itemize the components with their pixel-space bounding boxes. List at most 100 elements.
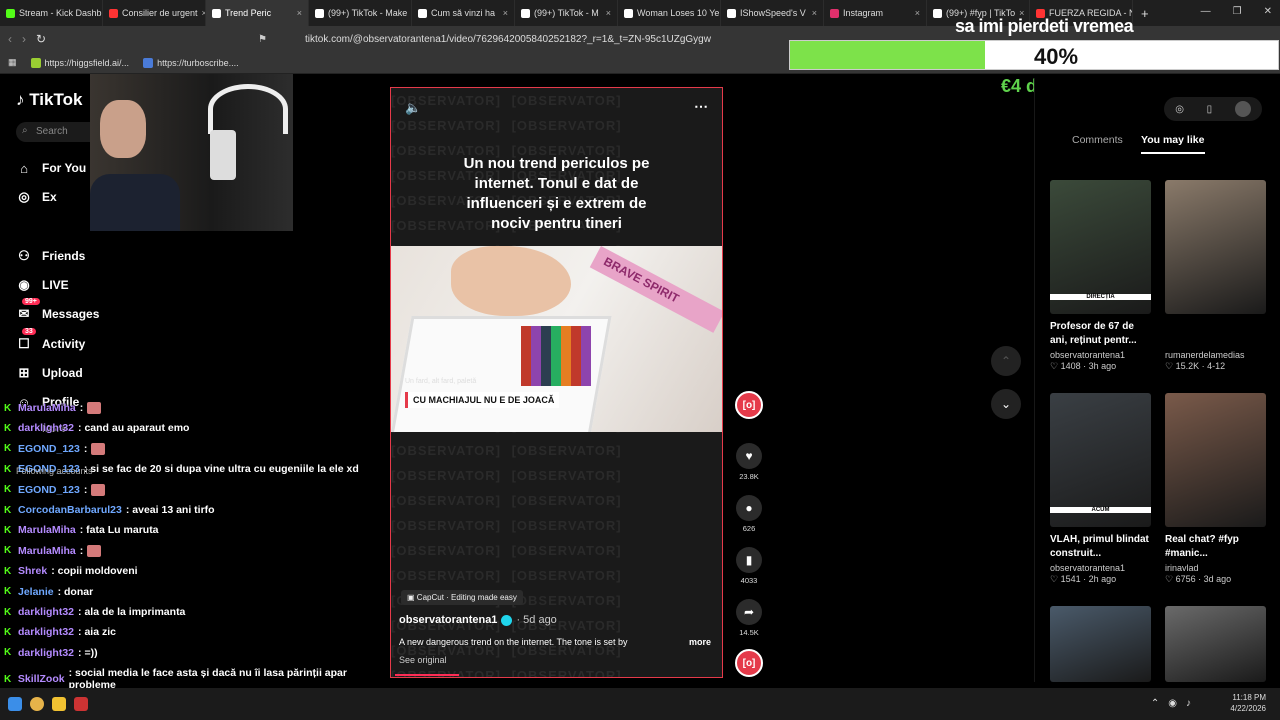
chat-username[interactable]: MarulaMiha [18, 524, 76, 536]
more-button[interactable]: more [689, 637, 711, 647]
video-author[interactable]: observatorantena1 · 5d ago [399, 614, 557, 626]
browser-tab[interactable]: Instagram × [824, 0, 927, 26]
minimize-icon[interactable]: — [1201, 6, 1211, 17]
sidebar-item-upload[interactable]: ⊞ Upload [16, 365, 83, 381]
right-panel: ◎ ▯ Comments You may like DIRECȚIA Profes… [1034, 78, 1280, 682]
forward-icon[interactable]: › [22, 32, 26, 46]
app-icon[interactable] [74, 697, 88, 711]
back-icon[interactable]: ‹ [8, 32, 12, 46]
chat-username[interactable]: darklight32 [18, 647, 74, 659]
recommended-video-card[interactable]: rumanerdelamedias ♡ 15.2K · 4-12 [1165, 180, 1266, 372]
recommended-video-card[interactable]: DIRECȚIA Profesor de 67 de ani, reținut p… [1050, 180, 1151, 372]
recommended-video-card[interactable] [1050, 606, 1151, 682]
video-thumbnail[interactable]: DIRECȚIA [1050, 180, 1151, 314]
browser-tab[interactable]: IShowSpeed's V × [721, 0, 824, 26]
card-title[interactable] [1165, 320, 1266, 348]
close-icon[interactable]: ✕ [1264, 6, 1272, 17]
browser-tab[interactable]: (99+) TikTok - M × [515, 0, 618, 26]
browser-tab[interactable]: Trend Peric × [206, 0, 309, 26]
browser-tab[interactable]: Stream - Kick Dashb× [0, 0, 103, 26]
bookmark-icon[interactable]: ⚑ [258, 34, 267, 45]
chat-username[interactable]: darklight32 [18, 626, 74, 638]
sound-avatar[interactable]: [o] [735, 649, 763, 677]
chat-username[interactable]: MarulaMiha [18, 402, 76, 414]
sidebar-item-live[interactable]: ◉ LIVE [16, 277, 68, 293]
sidebar-item-activity[interactable]: ☐ 33 Activity [16, 328, 85, 352]
capcut-badge[interactable]: ▣ CapCut · Editing made easy [401, 590, 523, 605]
recommended-video-card[interactable] [1165, 606, 1266, 682]
sidebar-item-friends[interactable]: ⚇ Friends [16, 248, 85, 264]
system-tray-icons[interactable]: ⌃◉♪ [1151, 698, 1200, 709]
chat-username[interactable]: Jelanie [18, 586, 54, 598]
folder-icon[interactable] [52, 697, 66, 711]
tab-label: (99+) TikTok - M [534, 8, 599, 18]
tab-you-may-like[interactable]: You may like [1141, 134, 1204, 146]
more-options-icon[interactable]: ⋯ [694, 98, 708, 115]
card-author[interactable]: observatorantena1 [1050, 563, 1151, 573]
card-title[interactable]: Real chat? #fyp #manic... [1165, 533, 1266, 561]
card-author[interactable]: irinavlad [1165, 563, 1266, 573]
chat-username[interactable]: darklight32 [18, 606, 74, 618]
browser-tab[interactable]: Cum să vinzi ha × [412, 0, 515, 26]
video-thumbnail[interactable] [1165, 606, 1266, 682]
video-thumbnail[interactable] [1050, 606, 1151, 682]
bookmark-higgsfield[interactable]: https://higgsfield.ai/... [30, 57, 129, 68]
apps-icon[interactable]: ▦ [8, 57, 17, 68]
chat-username[interactable]: CorcodanBarbarul23 [18, 504, 122, 516]
maximize-icon[interactable]: ❐ [1233, 6, 1242, 17]
card-title[interactable]: VLAH, primul blindat construit... [1050, 533, 1151, 561]
chat-username[interactable]: EGOND_123 [18, 484, 80, 496]
video-thumbnail[interactable] [1165, 180, 1266, 314]
close-tab-icon[interactable]: × [297, 8, 302, 18]
video-progress[interactable] [395, 674, 459, 676]
sidebar-item-messages[interactable]: ✉ 99+ Messages [16, 298, 99, 322]
chrome-icon[interactable] [30, 697, 44, 711]
user-avatar[interactable] [1234, 101, 1251, 117]
kick-badge-icon: K [4, 626, 12, 638]
sidebar-item-ex[interactable]: ◎ Ex [16, 189, 56, 205]
close-tab-icon[interactable]: × [812, 8, 817, 18]
recommended-video-card[interactable]: Real chat? #fyp #manic... irinavlad ♡ 6756… [1165, 393, 1266, 585]
windows-start-icon[interactable] [8, 697, 22, 711]
close-tab-icon[interactable]: × [503, 8, 508, 18]
browser-tab[interactable]: Woman Loses 10 Ye× [618, 0, 721, 26]
tab-comments[interactable]: Comments [1072, 134, 1123, 146]
reload-icon[interactable]: ↻ [36, 32, 46, 46]
chat-username[interactable]: Shrek [18, 565, 47, 577]
close-tab-icon[interactable]: × [915, 8, 920, 18]
sidebar-item-for-you[interactable]: ⌂ For You [16, 160, 86, 176]
save-button[interactable]: ▮ 4033 [735, 547, 763, 585]
video-description: A new dangerous trend on the internet. T… [399, 637, 628, 647]
close-tab-icon[interactable]: × [606, 8, 611, 18]
bookmark-turboscribe[interactable]: https://turboscribe.... [143, 57, 239, 68]
compass-icon[interactable]: ◎ [1175, 104, 1184, 115]
clock[interactable]: 11:18 PM 4/22/2026 [1230, 692, 1266, 714]
chat-username[interactable]: EGOND_123 [18, 443, 80, 455]
previous-video-button[interactable]: ⌃ [991, 346, 1021, 376]
see-original-link[interactable]: See original [399, 655, 447, 665]
browser-tab[interactable]: Consilier de urgent× [103, 0, 206, 26]
active-tab-indicator [1141, 152, 1205, 154]
chat-username[interactable]: MarulaMiha [18, 545, 76, 557]
card-title[interactable]: Profesor de 67 de ani, reținut pentr... [1050, 320, 1151, 348]
url-field[interactable]: tiktok.com/@observatorantena1/video/7629… [305, 34, 711, 45]
chat-username[interactable]: darklight32 [18, 422, 74, 434]
chat-message: K EGOND_123: [4, 483, 106, 496]
volume-icon[interactable]: 🔈 [405, 100, 421, 116]
tiktok-logo[interactable]: ♪ TikTok [16, 90, 82, 110]
share-button[interactable]: ➦ 14.5K [735, 599, 763, 637]
card-author[interactable]: rumanerdelamedias [1165, 350, 1266, 360]
browser-tab[interactable]: (99+) TikTok - Make× [309, 0, 412, 26]
video-thumbnail[interactable]: ACUM [1050, 393, 1151, 527]
author-avatar[interactable]: [o] [735, 391, 763, 419]
new-tab-icon[interactable]: + [1141, 6, 1149, 21]
like-button[interactable]: ♥ 23.8K [735, 443, 763, 481]
phone-icon[interactable]: ▯ [1207, 104, 1213, 115]
card-author[interactable]: observatorantena1 [1050, 350, 1151, 360]
video-thumbnail[interactable] [1165, 393, 1266, 527]
recommended-video-card[interactable]: ACUM VLAH, primul blindat construit... obs… [1050, 393, 1151, 585]
next-video-button[interactable]: ⌄ [991, 389, 1021, 419]
chat-username[interactable]: SkillZook [18, 673, 65, 685]
video-player[interactable]: [OBSERVATOR] [OBSERVATOR] [OBSERVATOR] [… [390, 87, 723, 678]
comment-button[interactable]: ● 626 [735, 495, 763, 533]
